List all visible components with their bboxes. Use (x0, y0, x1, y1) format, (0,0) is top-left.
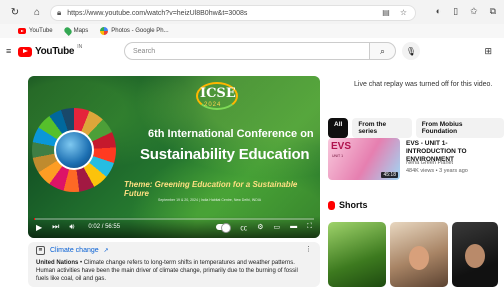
next-icon[interactable]: ⏭ (52, 222, 59, 232)
search-icon: ⌕ (379, 45, 386, 56)
bookmark-label: YouTube (29, 28, 53, 34)
thumbnail-subtitle: UNIT 1 (332, 154, 344, 158)
more-options-icon[interactable]: ⋮ (305, 245, 312, 253)
youtube-icon (18, 28, 26, 34)
shorts-label: Shorts (339, 200, 368, 210)
filter-chips: All From the series From Mobius Foundati… (328, 118, 504, 138)
miniplayer-icon[interactable]: ▭ (273, 223, 280, 233)
play-icon[interactable]: ▶ (36, 223, 42, 232)
fullscreen-icon[interactable]: ⛶ (307, 223, 312, 233)
short-video-2[interactable] (390, 222, 448, 287)
favorite-star-icon[interactable]: ☆ (400, 8, 407, 17)
progress-bar[interactable] (34, 218, 314, 220)
short-video-1[interactable] (328, 222, 386, 287)
bookmark-label: Photos - Google Ph... (111, 28, 169, 34)
volume-icon[interactable]: 🔊︎ (69, 222, 74, 232)
browser-toolbar: ↻ ⌂ 🔒︎ https://www.youtube.com/watch?v=h… (0, 0, 504, 24)
captions-icon[interactable]: ㏄ (240, 223, 247, 233)
refresh-icon[interactable]: ↻ (8, 5, 22, 19)
maps-pin-icon (62, 26, 73, 36)
video-title-line1: 6th International Conference on (148, 128, 314, 140)
recommended-meta: 484K views • 3 years ago (406, 168, 468, 174)
chat-replay-note: Live chat replay was turned off for this… (354, 81, 493, 88)
thumbnail-title: EVS (331, 141, 352, 152)
microphone-icon: 🎙︎ (405, 46, 417, 56)
external-link-icon[interactable]: ↗ (104, 247, 109, 254)
youtube-header: ≡ YouTube IN Search ⌕ 🎙︎ ⊞ (0, 38, 504, 64)
chip-all[interactable]: All (328, 118, 349, 138)
video-venue: September 19 & 20, 2024 | India Habitat … (158, 198, 262, 202)
info-panel-title[interactable]: Climate change (50, 247, 99, 254)
youtube-logo[interactable]: YouTube IN (18, 43, 83, 57)
autoplay-toggle[interactable] (216, 223, 232, 233)
home-icon[interactable]: ⌂ (30, 5, 44, 19)
bookmark-maps[interactable]: Maps (62, 26, 89, 36)
video-title-line2: Sustainability Education (140, 146, 310, 163)
timecode: 0:02 / 56:55 (88, 224, 121, 230)
video-theme: Theme: Greening Education for a Sustaina… (124, 180, 298, 198)
search-input[interactable]: Search (124, 42, 370, 60)
recommended-channel[interactable]: Neha Green Planet (406, 160, 453, 166)
create-video-icon[interactable]: ⊞ (484, 46, 492, 57)
info-panel-text: United Nations • Climate change refers t… (36, 259, 312, 283)
icse-logo-title: ICSE (200, 86, 236, 101)
logo-wordmark: YouTube (35, 46, 75, 57)
search-button[interactable]: ⌕ (370, 42, 396, 60)
player-controls: ▶ ⏭ 🔊︎ 0:02 / 56:55 ㏄ ⚙ ▭ ▬ ⛶ (28, 216, 320, 238)
bookmark-youtube[interactable]: YouTube (18, 28, 53, 34)
split-screen-icon[interactable]: ▯ (453, 6, 458, 17)
info-panel-icon: ≣ (36, 246, 45, 255)
extension-icon[interactable]: ◐ (436, 6, 441, 17)
progress-fill (34, 218, 36, 220)
globe-image (54, 130, 94, 170)
settings-gear-icon[interactable]: ⚙ (257, 223, 263, 233)
search-placeholder: Search (133, 47, 156, 55)
person-face-image (465, 244, 485, 268)
shorts-header: Shorts (328, 200, 368, 210)
video-duration: 45:18 (381, 172, 398, 178)
recommended-thumbnail[interactable]: EVS UNIT 1 45:18 (328, 138, 400, 180)
site-info-icon[interactable]: 🔒︎ (57, 8, 61, 18)
person-face-image (409, 246, 429, 270)
address-bar-url: https://www.youtube.com/watch?v=heizUl8B… (67, 9, 248, 17)
theater-mode-icon[interactable]: ▬ (290, 223, 297, 233)
bookmarks-bar: YouTube Maps Photos - Google Ph... (0, 24, 504, 38)
video-player[interactable]: ICSE 2024 6th International Conference o… (28, 76, 320, 238)
recommended-video[interactable]: EVS UNIT 1 45:18 EVS - UNIT 1- INTRODUCT… (328, 138, 498, 182)
bookmark-photos[interactable]: Photos - Google Ph... (100, 27, 169, 35)
chip-from-channel[interactable]: From Mobius Foundation (415, 118, 504, 138)
collections-icon[interactable]: ⧉ (490, 6, 496, 17)
chip-from-series[interactable]: From the series (352, 118, 412, 138)
short-video-3[interactable] (452, 222, 498, 287)
youtube-play-icon (18, 46, 32, 57)
country-code: IN (77, 43, 83, 50)
icse-logo-year: 2024 (204, 102, 222, 108)
hamburger-menu-icon[interactable]: ≡ (6, 46, 11, 56)
info-panel-org: United Nations (36, 260, 79, 266)
address-bar[interactable]: 🔒︎ https://www.youtube.com/watch?v=heizU… (50, 5, 416, 21)
voice-search-button[interactable]: 🎙︎ (402, 42, 420, 60)
favorites-icon[interactable]: ✩ (470, 6, 478, 17)
bookmark-label: Maps (73, 28, 89, 34)
info-panel[interactable]: ≣ Climate change ↗ ⋮ United Nations • Cl… (28, 242, 320, 287)
photos-icon (100, 27, 109, 35)
shorts-icon (328, 200, 335, 210)
reader-view-icon[interactable]: ▤ (382, 8, 390, 17)
